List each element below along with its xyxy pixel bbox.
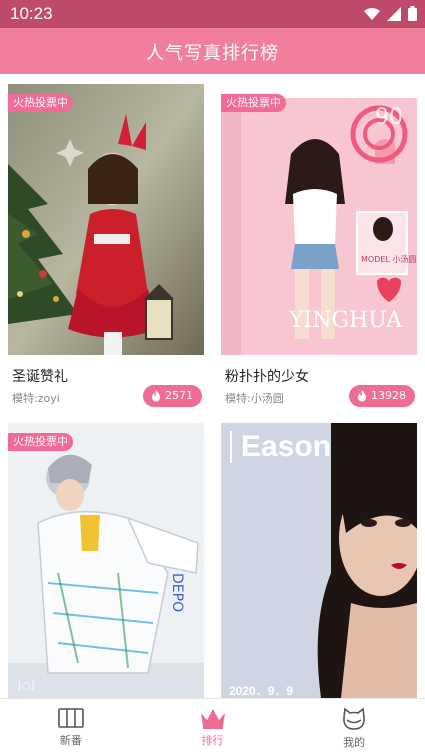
christmas-photo [8, 84, 204, 355]
yinghua-watermark: YINGHUA [288, 308, 403, 333]
pink-room-photo: YINGHUA 90 MODEL 小汤圆 [221, 84, 417, 355]
vote-count-pill[interactable]: 2571 [143, 385, 202, 407]
portrait-photo: Eason 2020．9．9 [221, 423, 417, 698]
white-jacket-photo: DEPO [○] [8, 423, 204, 698]
card-cover-image[interactable]: YINGHUA 90 MODEL 小汤圆 [221, 84, 417, 355]
photo-card[interactable]: 火热投票中 圣诞赞礼 模特:zoyi 2571 [8, 84, 204, 410]
battery-icon [408, 6, 417, 21]
flame-icon [152, 390, 160, 402]
card-model-name: 模特:小汤圆 [225, 392, 284, 405]
card-cover-image[interactable]: Eason 2020．9．9 [221, 423, 417, 698]
vote-count: 13928 [371, 389, 406, 402]
status-icons [364, 6, 417, 21]
signal-icon [387, 6, 401, 21]
flame-icon [358, 390, 366, 402]
eason-title: Eason [241, 430, 331, 463]
photo-card[interactable]: YINGHUA 90 MODEL 小汤圆 火热投票中 粉扑扑的少女 模特:小汤圆… [221, 84, 417, 410]
photo-date: 2020．9．9 [229, 684, 293, 698]
voting-badge: 火热投票中 [8, 433, 73, 451]
nav-mine[interactable]: 我的 [283, 699, 425, 755]
voting-badge: 火热投票中 [8, 94, 73, 112]
svg-text:[○]: [○] [18, 681, 35, 692]
status-time: 10:23 [10, 4, 53, 23]
svg-text:DEPO: DEPO [169, 573, 185, 612]
status-bar: 10:23 [0, 0, 425, 28]
wifi-icon [364, 7, 380, 20]
card-cover-image[interactable]: DEPO [○] [8, 423, 204, 698]
issue-number: 90 [375, 105, 403, 130]
page-title: 人气写真排行榜 [146, 43, 279, 64]
card-title[interactable]: 圣诞赞礼 [12, 366, 68, 386]
nav-label: 排行 [201, 734, 224, 747]
card-title[interactable]: 粉扑扑的少女 [225, 366, 309, 386]
book-icon [58, 708, 84, 728]
card-cover-image[interactable] [8, 84, 204, 355]
photo-card[interactable]: Eason 2020．9．9 [221, 423, 417, 698]
crown-icon [200, 709, 225, 729]
model-tag: MODEL 小汤圆 [361, 255, 416, 264]
vote-count-pill[interactable]: 13928 [349, 385, 415, 407]
app-header: 人气写真排行榜 [0, 28, 425, 74]
voting-badge: 火热投票中 [221, 94, 286, 112]
cat-face-icon [343, 707, 366, 730]
bottom-nav: 新番 排行 我的 [0, 698, 425, 755]
nav-label: 新番 [59, 734, 82, 747]
nav-ranking[interactable]: 排行 [142, 699, 284, 755]
card-model-name: 模特:zoyi [12, 392, 60, 405]
vote-count: 2571 [165, 389, 193, 402]
nav-new[interactable]: 新番 [0, 699, 142, 755]
nav-label: 我的 [343, 736, 366, 749]
photo-card[interactable]: DEPO [○] 火热投票中 [8, 423, 204, 698]
